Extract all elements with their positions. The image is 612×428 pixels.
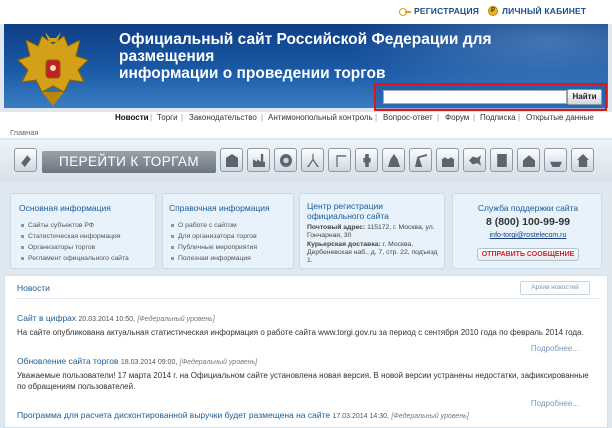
- link-events[interactable]: Публичные мероприятия: [171, 244, 257, 251]
- link-regulations[interactable]: Регламент официального сайта: [21, 255, 129, 262]
- news-item: Обновление сайта торгов 18.03.2014 09:00…: [17, 356, 258, 366]
- oil-pump-icon[interactable]: [409, 148, 432, 172]
- panel-support: Служба поддержки сайта 8 (800) 100-99-99…: [452, 193, 602, 269]
- water-icon[interactable]: [436, 148, 459, 172]
- factory-icon[interactable]: [247, 148, 270, 172]
- boat-icon[interactable]: [544, 148, 567, 172]
- news-more-link[interactable]: Подробнее...: [531, 399, 579, 408]
- panel-main-info: Основная информация Сайты субъектов РФ С…: [10, 193, 156, 269]
- top-bar: РЕГИСТРАЦИЯ ₽ ЛИЧНЫЙ КАБИНЕТ: [0, 0, 612, 24]
- news-title-link[interactable]: Обновление сайта торгов: [17, 356, 118, 366]
- nav-auctions[interactable]: Торги: [157, 113, 178, 122]
- panel-reference: Справочная информация О работе с сайтом …: [162, 193, 294, 269]
- panel-center-title: Центр регистрации официального сайта: [307, 201, 389, 221]
- nav-open-data[interactable]: Открытые данные: [526, 113, 594, 122]
- link-useful[interactable]: Полезная информация: [171, 255, 251, 262]
- search-button[interactable]: Найти: [567, 89, 602, 105]
- nav-faq[interactable]: Вопрос-ответ: [383, 113, 433, 122]
- news-item: Программа для расчета дисконтированной в…: [17, 410, 469, 420]
- goto-auctions-button[interactable]: ПЕРЕЙТИ К ТОРГАМ: [42, 151, 216, 173]
- nav-subscribe[interactable]: Подписка: [480, 113, 516, 122]
- building-icon[interactable]: [220, 148, 243, 172]
- link-organizers[interactable]: Организаторы торгов: [21, 244, 95, 251]
- news-more-link[interactable]: Подробнее...: [531, 344, 579, 353]
- news-title-link[interactable]: Программа для расчета дисконтированной в…: [17, 410, 330, 420]
- news-archive-button[interactable]: Архив новостей: [520, 281, 590, 295]
- site-title: Официальный сайт Российской Федерации дл…: [119, 31, 492, 82]
- panel-ref-title: Справочная информация: [169, 203, 270, 213]
- news-item: Сайт в цифрах 20.03.2014 10:50, [Федерал…: [17, 313, 215, 323]
- crane-icon[interactable]: [328, 148, 351, 172]
- forest-icon[interactable]: [382, 148, 405, 172]
- nav-antimonopoly[interactable]: Антимонопольный контроль: [268, 113, 373, 122]
- panel-registration-center: Центр регистрации официального сайта Поч…: [299, 193, 445, 269]
- nav-news[interactable]: Новости: [115, 113, 149, 122]
- news-body: Уважаемые пользователи! 17 марта 2014 г.…: [17, 371, 589, 391]
- support-phone: 8 (800) 100-99-99: [485, 216, 571, 228]
- support-email[interactable]: info-torgi@rostelecom.ru: [453, 232, 603, 239]
- panel-support-title: Служба поддержки сайта: [477, 203, 579, 213]
- link-regions[interactable]: Сайты субъектов РФ: [21, 222, 94, 229]
- gear-icon[interactable]: [274, 148, 297, 172]
- apartment-icon[interactable]: [490, 148, 513, 172]
- panel-main-title: Основная информация: [19, 203, 111, 213]
- news-title-link[interactable]: Сайт в цифрах: [17, 313, 76, 323]
- center-address: Почтовый адрес: 115172, г. Москва, ул. Г…: [307, 224, 438, 265]
- news-heading: Новости: [17, 283, 50, 293]
- worker-icon[interactable]: [355, 148, 378, 172]
- main-nav: Новости | Торги | Законодательство | Ант…: [0, 112, 612, 124]
- fish-icon[interactable]: [463, 148, 486, 172]
- register-link[interactable]: РЕГИСТРАЦИЯ: [399, 6, 479, 16]
- nav-forum[interactable]: Форум: [445, 113, 469, 122]
- link-stats[interactable]: Статистическая информация: [21, 233, 121, 240]
- search-input[interactable]: [383, 90, 567, 104]
- link-about[interactable]: О работе с сайтом: [171, 222, 237, 229]
- send-message-button[interactable]: ОТПРАВИТЬ СООБЩЕНИЕ: [477, 248, 579, 261]
- farm-icon[interactable]: [517, 148, 540, 172]
- gavel-icon[interactable]: [14, 148, 37, 172]
- key-icon: [399, 7, 411, 16]
- house-icon[interactable]: [571, 148, 594, 172]
- news-body: На сайте опубликована актуальная статист…: [17, 328, 584, 337]
- breadcrumb[interactable]: Главная: [10, 128, 39, 137]
- search-box: Найти: [374, 83, 607, 111]
- link-for-organizer[interactable]: Для организатора торгов: [171, 233, 257, 240]
- cabinet-link[interactable]: ₽ ЛИЧНЫЙ КАБИНЕТ: [488, 6, 586, 16]
- ruble-icon: ₽: [488, 6, 498, 16]
- coat-of-arms-icon: [17, 32, 89, 106]
- news-section: Новости Архив новостей Сайт в цифрах 20.…: [4, 275, 608, 428]
- survey-icon[interactable]: [301, 148, 324, 172]
- nav-legislation[interactable]: Законодательство: [189, 113, 257, 122]
